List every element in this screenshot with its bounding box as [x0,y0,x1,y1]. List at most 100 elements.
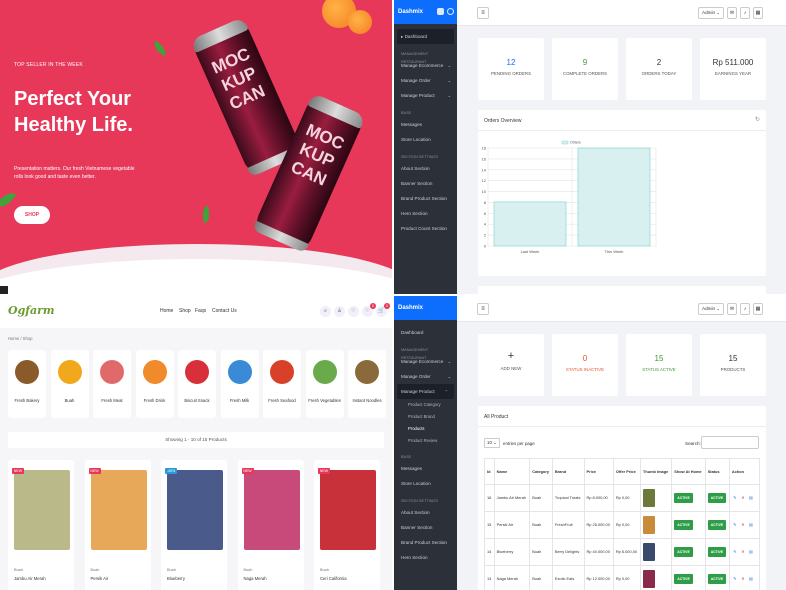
edit-icon[interactable]: ✎ [732,495,738,501]
product-card[interactable]: NEW Buah Jambu Air Merah [8,460,74,590]
mail-icon[interactable]: ✉ [727,7,737,19]
category-card[interactable]: Fresh Drink [135,350,174,418]
show-home-badge[interactable]: ACTIVE [674,520,693,530]
cart-icon[interactable]: 🛒 0 [376,303,390,317]
sidebar-item-manage-order[interactable]: Manage Order ⌄ [394,73,457,88]
sidebar-item-manage-product[interactable]: Manage Product ⌃ [397,384,454,399]
nav-faqs[interactable]: Faqs [195,308,206,314]
delete-icon[interactable]: ✕ [740,576,746,582]
search-icon[interactable]: ⌕ [320,306,331,317]
wishlist-icon[interactable]: ♡ 0 [362,303,376,317]
moon-icon[interactable] [447,8,454,15]
delete-icon[interactable]: ✕ [740,549,746,555]
entries-select[interactable]: 10 ⌄ [484,438,500,448]
product-card[interactable]: NEW Buah Persik Air [84,460,151,590]
delete-icon[interactable]: ✕ [740,495,746,501]
column-header[interactable]: Category [529,458,553,485]
show-home-badge[interactable]: ACTIVE [674,547,693,557]
column-header[interactable]: Action [728,458,761,485]
grid-icon[interactable]: ▦ [753,7,763,19]
sidebar-item-brand-product-section[interactable]: Brand Product Section [394,535,457,550]
sidebar-item-store-location[interactable]: Store Location [394,132,457,147]
nav-home[interactable]: Home [160,308,173,314]
product-card[interactable]: NEW Buah Naga Merah [237,460,304,590]
sidebar-subitem-product-category[interactable]: Product Category [394,399,457,411]
mail-icon[interactable]: ✉ [727,303,737,315]
category-card[interactable]: Fresh Vegetables [305,350,344,418]
column-header[interactable]: Price [583,458,614,485]
user-dropdown[interactable]: Admin ⌄ [698,303,724,315]
breadcrumb[interactable]: Home / Shop [8,336,32,341]
bell-icon[interactable]: ♪ [740,7,750,19]
user-dropdown[interactable]: Admin ⌄ [698,7,724,19]
sidebar-item-about-section[interactable]: About Section [394,505,457,520]
add-new-card[interactable]: + ADD NEW [478,334,544,396]
edit-icon[interactable]: ✎ [732,522,738,528]
category-card[interactable]: Fresh Meat [93,350,131,418]
category-card[interactable]: Buah [50,350,89,418]
category-card[interactable]: Fresh Bakery [8,350,46,418]
product-name[interactable]: Ceri California [320,576,347,581]
category-card[interactable]: Biscuit Snack [178,350,216,418]
sidebar-subitem-product-brand[interactable]: Product Brand [394,411,457,423]
shop-button[interactable]: SHOP [14,206,50,224]
heart-icon[interactable]: ♡ [348,306,359,317]
column-header[interactable]: Show At Home [671,458,706,485]
sidebar-item-about-section[interactable]: About Section [394,161,457,176]
status-badge[interactable]: ACTIVE [707,547,727,557]
sidebar-item-messages[interactable]: Messages [394,461,457,476]
product-name[interactable]: Jambu Air Merah [14,576,46,581]
sidebar-item-banner-section[interactable]: Banner Section [394,520,457,535]
category-card[interactable]: Instant Noodles [348,350,386,418]
category-card[interactable]: Fresh Milk [220,350,259,418]
column-header[interactable]: Status [704,458,730,485]
sidebar-item-dashboard[interactable]: ▸ Dashboard [397,29,454,44]
status-badge[interactable]: ACTIVE [707,574,727,584]
bell-icon[interactable]: ♪ [740,303,750,315]
column-header[interactable]: Name [493,458,531,485]
sidebar-item-product-count-section[interactable]: Product Count Section [394,221,457,236]
edit-icon[interactable]: ✎ [732,576,738,582]
view-icon[interactable]: ▤ [748,549,754,555]
sidebar-item-manage-order[interactable]: Manage Order ⌄ [394,369,457,384]
product-name[interactable]: Naga Merah [244,576,267,581]
nav-contact[interactable]: Contact Us [212,308,237,314]
sidebar-item-hero-section[interactable]: Hero Section [394,550,457,565]
show-home-badge[interactable]: ACTIVE [674,493,693,503]
category-card[interactable]: Fresh Seafood [263,350,301,418]
show-home-badge[interactable]: ACTIVE [674,574,693,584]
sidebar-item-manage-ecommerce[interactable]: Manage Ecommerce ⌄ [394,354,457,369]
sidebar-item-manage-product[interactable]: Manage Product ⌄ [394,88,457,103]
table-search-input[interactable] [701,436,759,449]
grid-icon[interactable]: ▦ [753,303,763,315]
column-header[interactable]: Id [484,458,495,485]
sidebar-item-hero-section[interactable]: Hero Section [394,206,457,221]
refresh-icon[interactable]: ↻ [755,116,760,123]
product-card[interactable]: NEW Buah Ceri California [314,460,380,590]
sidebar-item-dashboard[interactable]: Dashboard [394,325,457,340]
sidebar-subitem-product-review[interactable]: Product Review [394,435,457,447]
product-card[interactable]: -40% Buah Blueberry [161,460,227,590]
sidebar-item-messages[interactable]: Messages [394,117,457,132]
sidebar-item-store-location[interactable]: Store Location [394,476,457,491]
column-header[interactable]: Thumb Image [639,458,673,485]
status-badge[interactable]: ACTIVE [707,493,727,503]
sidebar-item-manage-ecommerce[interactable]: Manage Ecommerce ⌄ [394,58,457,73]
user-icon[interactable]: ♙ [334,306,345,317]
sidebar-item-brand-product-section[interactable]: Brand Product Section [394,191,457,206]
product-name[interactable]: Persik Air [91,576,109,581]
shop-logo[interactable]: Ogfarm [8,304,55,317]
sidebar-subitem-products[interactable]: Products [394,423,457,435]
toggle-icon[interactable] [437,8,444,15]
column-header[interactable]: Brand [551,458,585,485]
delete-icon[interactable]: ✕ [740,522,746,528]
sidebar-item-banner-section[interactable]: Banner Section [394,176,457,191]
nav-shop[interactable]: Shop [179,308,191,314]
view-icon[interactable]: ▤ [748,522,754,528]
menu-icon[interactable]: ≡ [477,303,489,315]
product-name[interactable]: Blueberry [167,576,185,581]
view-icon[interactable]: ▤ [748,495,754,501]
view-icon[interactable]: ▤ [748,576,754,582]
edit-icon[interactable]: ✎ [732,549,738,555]
menu-icon[interactable]: ≡ [477,7,489,19]
